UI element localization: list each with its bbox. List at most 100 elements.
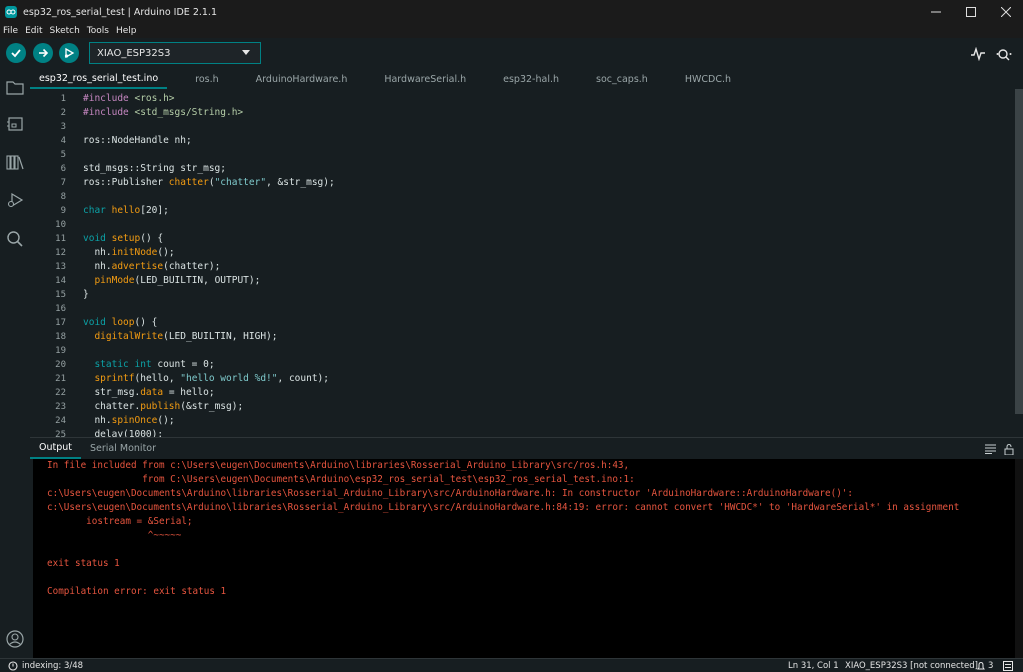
code-line[interactable]: void loop() { <box>83 316 335 330</box>
line-number: 24 <box>55 416 66 426</box>
code-line[interactable]: delay(1000); <box>83 428 335 437</box>
close-icon[interactable] <box>988 0 1023 24</box>
menu-edit[interactable]: Edit <box>22 26 46 36</box>
library-icon[interactable] <box>5 152 25 172</box>
toolbar: XIAO_ESP32S3 <box>0 38 1023 69</box>
code-token: () { <box>140 233 164 244</box>
code-line[interactable]: std_msgs::String str_msg; <box>83 162 335 176</box>
code-line[interactable]: str_msg.data = hello; <box>83 386 335 400</box>
board-status[interactable]: XIAO_ESP32S3 [not connected] <box>845 661 978 671</box>
title-bar: esp32_ros_serial_test | Arduino IDE 2.1.… <box>0 0 1023 24</box>
code-token: advertise <box>111 261 164 272</box>
verify-button[interactable] <box>6 43 26 63</box>
serial-monitor-icon[interactable] <box>996 46 1012 62</box>
line-number: 22 <box>55 388 66 398</box>
code-token: void <box>83 317 112 328</box>
code-editor[interactable]: 1 2 3 4 5 6 7 8 9 10 11 12 13 14 15 16 17 18 19 20 21 22 23 24 2… <box>30 89 1023 437</box>
menu-sketch[interactable]: Sketch <box>47 26 84 36</box>
code-token: pinMode <box>94 275 135 286</box>
debug-button[interactable] <box>59 43 79 63</box>
output-line: Compilation error: exit status 1 <box>47 586 227 597</box>
indexing-status: indexing: 3/48 <box>22 660 84 671</box>
code-token: = hello; <box>163 387 215 398</box>
code-line[interactable]: sprintf(hello, "hello world %d!", count)… <box>83 372 335 386</box>
output-scrollbar[interactable] <box>1015 459 1023 658</box>
code-line[interactable]: ros::NodeHandle nh; <box>83 134 335 148</box>
code-token: delay(1000); <box>83 429 164 437</box>
code-line[interactable]: digitalWrite(LED_BUILTIN, HIGH); <box>83 330 335 344</box>
lock-scroll-icon[interactable] <box>1003 443 1015 455</box>
code-line[interactable] <box>83 190 335 204</box>
sidebar <box>0 69 30 658</box>
code-line[interactable] <box>83 120 335 134</box>
clear-output-icon[interactable] <box>984 443 996 455</box>
code-outline-icon[interactable] <box>1003 661 1013 671</box>
tab-hwcdc-h[interactable]: HWCDC.h <box>676 69 740 89</box>
code-token: (&str_msg); <box>180 401 244 412</box>
code-area[interactable]: #include <ros.h> #include <std_msgs/Strin… <box>83 92 335 437</box>
serial-plotter-icon[interactable] <box>970 46 986 62</box>
menu-help[interactable]: Help <box>113 26 141 36</box>
code-line[interactable]: static int count = 0; <box>83 358 335 372</box>
code-token: char <box>83 205 112 216</box>
maximize-icon[interactable] <box>953 0 988 24</box>
tab-esp32-ros-serial-test[interactable]: esp32_ros_serial_test.ino <box>30 69 168 89</box>
code-line[interactable] <box>83 344 335 358</box>
code-token: #include <box>83 93 135 104</box>
code-token: chatter. <box>83 401 141 412</box>
line-number: 23 <box>55 402 66 412</box>
code-token: (LED_BUILTIN, OUTPUT); <box>134 275 261 286</box>
upload-button[interactable] <box>33 43 53 63</box>
code-token: nh. <box>83 415 112 426</box>
debug-icon[interactable] <box>5 190 25 210</box>
code-line[interactable]: #include <ros.h> <box>83 92 335 106</box>
code-token: loop <box>111 317 135 328</box>
code-line[interactable]: nh.spinOnce(); <box>83 414 335 428</box>
line-number: 4 <box>60 136 66 146</box>
tab-serial-monitor[interactable]: Serial Monitor <box>81 438 165 459</box>
notification-bell-icon[interactable] <box>976 661 986 671</box>
code-token: } <box>83 289 89 300</box>
search-icon[interactable] <box>5 229 25 249</box>
editor-scrollbar[interactable] <box>1015 89 1023 414</box>
tab-output[interactable]: Output <box>30 438 81 459</box>
code-line[interactable]: char hello[20]; <box>83 204 335 218</box>
tab-esp32-hal-h[interactable]: esp32-hal.h <box>494 69 568 89</box>
code-line[interactable]: nh.advertise(chatter); <box>83 260 335 274</box>
code-token: , count); <box>277 373 329 384</box>
code-line[interactable] <box>83 302 335 316</box>
tab-hardwareserial-h[interactable]: HardwareSerial.h <box>375 69 475 89</box>
code-token: count = 0; <box>157 359 215 370</box>
editor-tabs: esp32_ros_serial_test.ino ros.h ArduinoH… <box>30 69 1023 89</box>
code-line[interactable]: nh.initNode(); <box>83 246 335 260</box>
code-line[interactable]: ros::Publisher chatter("chatter", &str_m… <box>83 176 335 190</box>
code-token: "chatter" <box>214 177 267 188</box>
boards-manager-icon[interactable] <box>5 114 25 134</box>
output-console[interactable]: In file included from c:\Users\eugen\Doc… <box>33 459 1023 658</box>
code-line[interactable]: pinMode(LED_BUILTIN, OUTPUT); <box>83 274 335 288</box>
minimize-icon[interactable] <box>918 0 953 24</box>
tab-arduinohardware-h[interactable]: ArduinoHardware.h <box>247 69 357 89</box>
line-number: 6 <box>60 164 66 174</box>
code-token: str_msg. <box>83 387 141 398</box>
menu-tools[interactable]: Tools <box>84 26 113 36</box>
tab-soc-caps-h[interactable]: soc_caps.h <box>587 69 657 89</box>
code-line[interactable]: void setup() { <box>83 232 335 246</box>
code-token: <ros.h> <box>134 93 175 104</box>
folder-icon[interactable] <box>5 77 25 97</box>
output-line: from C:\Users\eugen\Documents\Arduino\es… <box>47 474 635 485</box>
code-line[interactable]: } <box>83 288 335 302</box>
output-line: ^~~~~~ <box>47 530 182 541</box>
menu-file[interactable]: File <box>0 26 22 36</box>
tab-ros-h[interactable]: ros.h <box>186 69 228 89</box>
board-selector[interactable]: XIAO_ESP32S3 <box>89 42 261 64</box>
code-line[interactable] <box>83 218 335 232</box>
line-number: 2 <box>60 108 66 118</box>
code-line[interactable] <box>83 148 335 162</box>
account-icon[interactable] <box>5 629 25 649</box>
line-number: 14 <box>55 276 66 286</box>
code-line[interactable]: #include <std_msgs/String.h> <box>83 106 335 120</box>
code-line[interactable]: chatter.publish(&str_msg); <box>83 400 335 414</box>
code-token: [20]; <box>140 205 169 216</box>
